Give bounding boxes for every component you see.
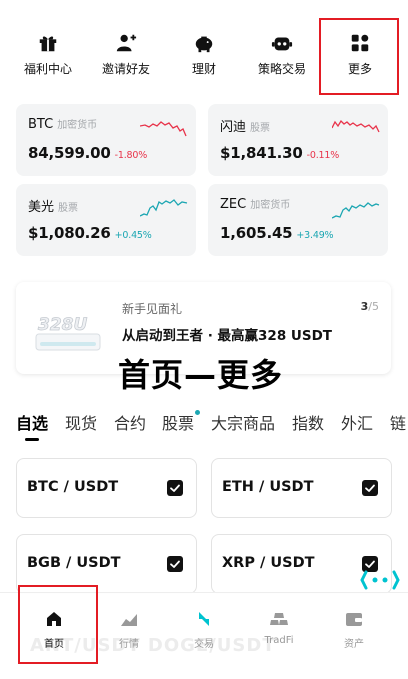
new-indicator-dot: [195, 410, 200, 415]
menu-item-strategy-trading[interactable]: 策略交易: [242, 18, 322, 94]
promo-art-text: 328U: [38, 315, 87, 335]
tab-indices[interactable]: 指数: [292, 410, 324, 434]
market-category: 加密货币: [250, 200, 291, 211]
nav-label: 交易: [194, 639, 214, 650]
banner-page-total: /5: [368, 300, 379, 313]
market-symbol-row: ZEC 加密货币: [220, 196, 290, 212]
nav-item-trade[interactable]: 交易: [164, 593, 244, 679]
market-category: 股票: [250, 123, 271, 134]
market-card-zec[interactable]: ZEC 加密货币 1,605.45 +3.49%: [208, 184, 388, 256]
sparkline-chart: [332, 202, 380, 219]
gift-icon: [39, 36, 57, 52]
piggy-bank-icon: [195, 36, 213, 53]
add-user-icon: [116, 34, 137, 52]
checkbox-checked[interactable]: [167, 480, 183, 496]
menu-item-wealth[interactable]: 理财: [164, 18, 244, 94]
pair-name: ETH / USDT: [222, 479, 314, 495]
pair-name: BGB / USDT: [27, 555, 121, 571]
market-price-row: 1,605.45 +3.49%: [220, 224, 334, 242]
tab-commodities[interactable]: 大宗商品: [211, 410, 275, 434]
market-category: 加密货币: [57, 120, 98, 131]
market-change: -1.80%: [114, 150, 148, 161]
market-price: 1,605.45: [220, 224, 293, 242]
market-card-micron[interactable]: 美光 股票 $1,080.26 +0.45%: [16, 184, 196, 256]
market-symbol: BTC: [28, 117, 54, 132]
check-icon: [170, 560, 180, 568]
market-change: +0.45%: [114, 230, 152, 241]
market-symbol-row: 美光 股票: [28, 196, 78, 215]
market-card-btc[interactable]: BTC 加密货币 84,599.00 -1.80%: [16, 104, 196, 176]
banner-title: 从启动到王者 · 最高赢328 USDT: [122, 328, 333, 344]
market-price: $1,080.26: [28, 224, 111, 242]
check-icon: [365, 484, 375, 492]
market-change: +3.49%: [296, 230, 334, 241]
active-tab-indicator: [25, 438, 39, 441]
nav-item-tradfi[interactable]: TradFi: [239, 593, 319, 679]
wallet-icon: [346, 613, 362, 626]
pair-name: XRP / USDT: [222, 555, 315, 571]
market-change: -0.11%: [306, 150, 340, 161]
highlight-box-more: [319, 18, 399, 95]
market-symbol: 闪迪: [220, 120, 247, 135]
sparkline-chart: [140, 121, 187, 137]
nav-item-markets[interactable]: 行情: [89, 593, 169, 679]
market-symbol-row: 闪迪 股票: [220, 116, 270, 135]
annotation-title: 首页—更多: [118, 356, 284, 394]
market-price: 84,599.00: [28, 144, 111, 162]
banner-pager: 3/5: [361, 300, 379, 313]
chart-icon: [121, 614, 137, 626]
trade-icon: [199, 612, 209, 626]
market-card-sandisk[interactable]: 闪迪 股票 $1,841.30 -0.11%: [208, 104, 388, 176]
market-price-row: $1,080.26 +0.45%: [28, 224, 152, 242]
market-price: $1,841.30: [220, 144, 303, 162]
market-price-row: 84,599.00 -1.80%: [28, 144, 147, 162]
menu-item-label: 邀请好友: [101, 62, 150, 76]
menu-item-invite-friends[interactable]: 邀请好友: [86, 18, 166, 94]
menu-item-welfare-center[interactable]: 福利中心: [8, 18, 88, 94]
menu-item-label: 策略交易: [257, 62, 306, 76]
market-symbol: 美光: [28, 200, 55, 215]
market-price-row: $1,841.30 -0.11%: [220, 144, 339, 162]
nav-label: TradFi: [264, 635, 294, 646]
tab-onchain[interactable]: 链: [390, 410, 406, 434]
sparkline-chart: [140, 199, 188, 217]
sparkline-chart: [332, 119, 380, 133]
tab-forex[interactable]: 外汇: [341, 410, 373, 434]
gold-bars-icon: [270, 613, 288, 625]
banner-subtitle: 新手见面礼: [122, 302, 183, 316]
menu-item-label: 福利中心: [23, 62, 72, 76]
market-symbol-row: BTC 加密货币: [28, 116, 97, 132]
promo-coupon-illustration: 328U: [35, 315, 101, 351]
pair-card[interactable]: ETH / USDT: [211, 458, 392, 518]
assistant-bot-icon[interactable]: [360, 566, 400, 594]
tab-stocks[interactable]: 股票: [162, 410, 194, 434]
tab-futures[interactable]: 合约: [114, 410, 146, 434]
tab-spot[interactable]: 现货: [65, 410, 97, 434]
robot-icon: [271, 37, 293, 51]
nav-label: 资产: [344, 639, 364, 650]
pair-name: BTC / USDT: [27, 479, 119, 495]
nav-item-assets[interactable]: 资产: [314, 593, 394, 679]
category-tabs: 自选 现货 合约 股票 大宗商品 指数 外汇 链: [0, 406, 408, 442]
market-category: 股票: [58, 203, 79, 214]
checkbox-checked[interactable]: [362, 480, 378, 496]
menu-item-label: 理财: [191, 62, 216, 76]
nav-label: 行情: [119, 639, 139, 650]
highlight-box-home: [18, 585, 98, 664]
check-icon: [170, 484, 180, 492]
pair-card[interactable]: BTC / USDT: [16, 458, 197, 518]
tab-watchlist[interactable]: 自选: [16, 410, 48, 434]
market-symbol: ZEC: [220, 197, 247, 212]
checkbox-checked[interactable]: [167, 556, 183, 572]
